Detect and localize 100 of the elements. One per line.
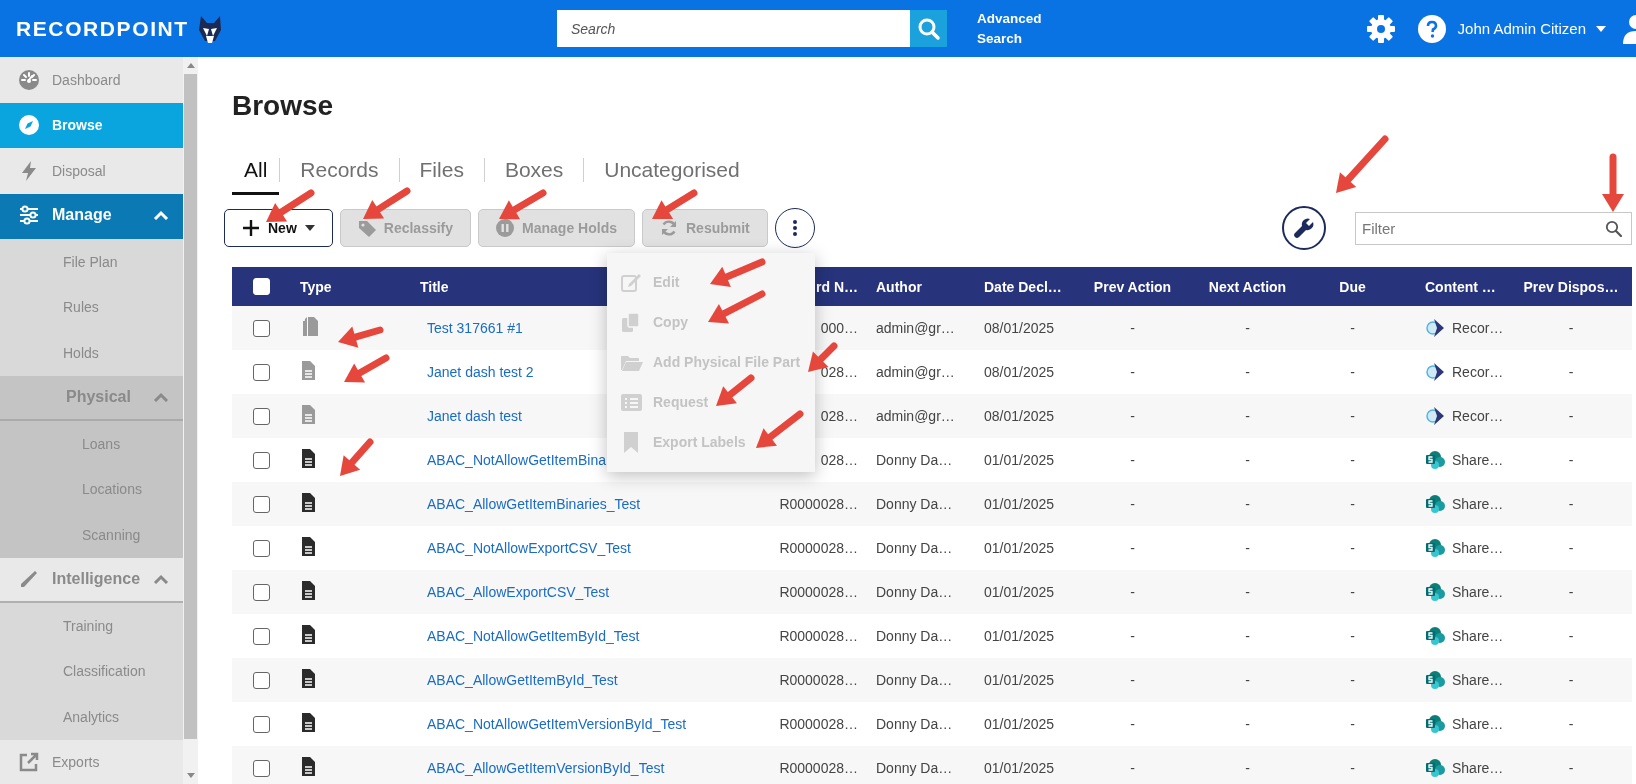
tab[interactable]: Uncategorised [584, 148, 760, 195]
page-title: Browse [232, 89, 335, 123]
table-cell: - [1245, 760, 1250, 776]
table-cell: - [1130, 584, 1135, 600]
checkbox[interactable] [252, 759, 270, 777]
annotation-arrow [266, 189, 315, 222]
plus-icon [242, 219, 260, 237]
table-cell: - [1350, 628, 1355, 644]
checkbox[interactable] [252, 495, 270, 513]
table-cell: - [1130, 672, 1135, 688]
search-field[interactable]: Search [557, 10, 910, 47]
table-cell-text: admin@gr… [875, 364, 956, 380]
sharepoint-icon [1425, 537, 1446, 559]
title-link[interactable]: ABAC_NotAllowGetItemById_Test [420, 628, 760, 644]
table-cell-text: Donny Da… [875, 628, 954, 644]
caret-icon[interactable] [1596, 25, 1606, 32]
table-cell-text: R0000028… [779, 760, 859, 776]
table-cell: - [1245, 716, 1250, 732]
column-header[interactable]: Type [290, 278, 420, 295]
table-cell: Recor… [1452, 364, 1504, 380]
table-cell-text: Donny Da… [875, 496, 954, 512]
user-menu-button[interactable]: John Admin Citizen [1457, 20, 1606, 37]
table-cell-text: 01/01/2025 [983, 760, 1056, 776]
table-cell: - [1568, 364, 1574, 380]
column-header[interactable]: Content … [1400, 278, 1510, 295]
nav-item[interactable]: Browse [0, 102, 183, 148]
checkbox[interactable] [252, 407, 270, 425]
checkbox[interactable] [252, 363, 270, 381]
sliders-icon [18, 204, 40, 227]
column-header[interactable]: Prev Dispos… [1523, 278, 1619, 295]
external-link-icon [18, 751, 40, 774]
annotation-arrow [1602, 153, 1624, 212]
sharepoint-icon [1425, 713, 1446, 735]
wrench-icon [1293, 217, 1315, 239]
more-button[interactable] [774, 208, 815, 248]
checkbox[interactable] [252, 715, 270, 733]
title-link[interactable]: ABAC_AllowGetItemBinaries_Test [420, 496, 760, 512]
table-cell-text: 01/01/2025 [983, 672, 1056, 688]
table-cell-text: admin@gr… [875, 320, 956, 336]
settings-icon[interactable] [1365, 13, 1396, 44]
table-cell: - [1350, 540, 1355, 556]
column-header[interactable]: Date Decl… [970, 278, 1075, 295]
checkbox[interactable] [252, 671, 270, 689]
table-cell: Share… [1452, 672, 1504, 688]
checkbox[interactable] [252, 627, 270, 645]
chevron-up-icon[interactable] [153, 574, 169, 585]
nav-item[interactable]: Dashboard [0, 57, 183, 103]
checkbox[interactable] [252, 451, 270, 469]
title-link[interactable]: ABAC_NotAllowGetItemVersionById_Test [420, 716, 760, 732]
table-cell: - [1568, 540, 1574, 556]
title-link[interactable]: ABAC_NotAllowExportCSV_Test [420, 540, 760, 556]
column-header[interactable]: Next Action [1208, 278, 1287, 295]
table-cell: - [1350, 584, 1355, 600]
filter-field[interactable]: Filter [1355, 211, 1632, 245]
column-header[interactable]: Due [1339, 278, 1366, 295]
annotation-arrow [338, 326, 384, 348]
table-cell: - [1245, 496, 1250, 512]
tab[interactable]: Files [399, 148, 484, 195]
title-link[interactable]: ABAC_AllowExportCSV_Test [420, 584, 760, 600]
table-cell: - [1130, 716, 1135, 732]
advanced-search-link[interactable]: Advanced Search [977, 8, 1057, 49]
title-link[interactable]: ABAC_AllowGetItemVersionById_Test [420, 760, 760, 776]
sharepoint-icon [1425, 449, 1446, 471]
column-header[interactable]: rd N… [816, 278, 862, 295]
table-cell: - [1350, 672, 1355, 688]
help-icon[interactable] [1417, 14, 1446, 43]
column-header[interactable]: Author [862, 278, 970, 295]
checkbox[interactable] [252, 319, 270, 337]
table-cell-text: 08/01/2025 [983, 320, 1056, 336]
table-cell: - [1245, 584, 1250, 600]
tools-button[interactable] [1282, 206, 1326, 250]
nav-group-header[interactable]: Manage [0, 193, 183, 239]
table-cell: Recor… [1452, 408, 1504, 424]
table-cell: - [1130, 452, 1135, 468]
annotation-arrow [344, 354, 390, 383]
sharepoint-icon [1425, 625, 1446, 647]
table-cell-text: Donny Da… [875, 584, 954, 600]
nav-item[interactable]: Exports [0, 739, 183, 784]
nav-group-header[interactable]: Intelligence [0, 557, 183, 603]
table-cell: Share… [1452, 452, 1504, 468]
table-cell: Share… [1452, 540, 1504, 556]
scrollbar[interactable] [183, 57, 198, 784]
search-button[interactable] [910, 10, 947, 47]
search-icon[interactable] [1605, 219, 1622, 237]
checkbox[interactable] [252, 539, 270, 557]
new-button[interactable]: New [224, 209, 333, 247]
tab[interactable]: Records [280, 148, 399, 195]
table-cell-text: 01/01/2025 [983, 628, 1056, 644]
tab[interactable]: Boxes [484, 148, 584, 195]
nav-item[interactable]: Disposal [0, 148, 183, 194]
table-cell-text: 01/01/2025 [983, 540, 1056, 556]
checkbox[interactable] [252, 583, 270, 601]
title-link[interactable]: ABAC_AllowGetItemById_Test [420, 672, 760, 688]
annotation-arrow [708, 290, 766, 324]
sharepoint-icon [1425, 493, 1446, 515]
column-header[interactable]: Prev Action [1093, 278, 1172, 295]
annotation-arrow [1336, 135, 1389, 193]
arrow-bubble-icon [1425, 317, 1446, 339]
table-cell: Share… [1452, 496, 1504, 512]
table-cell: Share… [1452, 760, 1504, 776]
